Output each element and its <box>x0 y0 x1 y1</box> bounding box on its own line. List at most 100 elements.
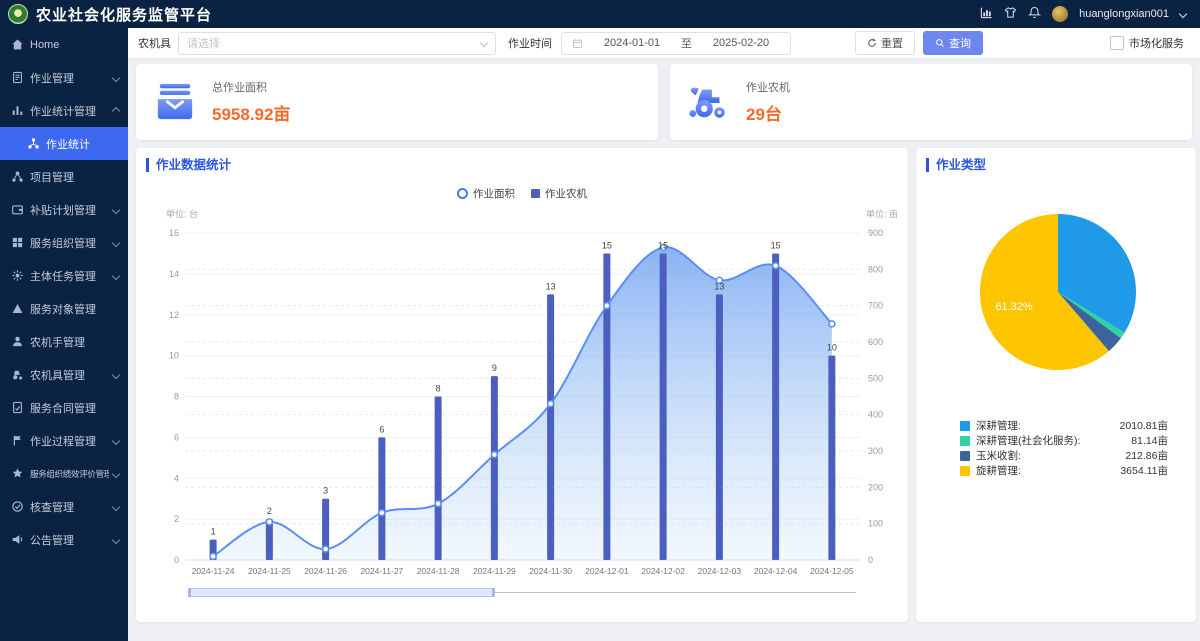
username[interactable]: huanglongxian001 <box>1079 8 1169 20</box>
tractor-icon <box>688 82 730 122</box>
svg-text:61.32%: 61.32% <box>995 301 1033 313</box>
sidebar-menu: Home作业管理作业统计管理作业统计项目管理补贴计划管理服务组织管理主体任务管理… <box>0 28 128 641</box>
market-service-checkbox[interactable] <box>1110 36 1124 50</box>
svg-text:0: 0 <box>174 555 179 565</box>
sidebar-item-主体任务管理[interactable]: 主体任务管理 <box>0 259 128 292</box>
svg-text:14: 14 <box>169 269 179 279</box>
sidebar-item-作业统计[interactable]: 作业统计 <box>0 127 128 160</box>
svg-text:2024-11-30: 2024-11-30 <box>529 566 572 576</box>
nodes-icon <box>11 170 24 183</box>
svg-text:600: 600 <box>868 337 883 347</box>
svg-text:15: 15 <box>658 240 668 250</box>
time-filter-label: 作业时间 <box>508 35 552 51</box>
sidebar-item-服务合同管理[interactable]: 服务合同管理 <box>0 391 128 424</box>
chevron-down-icon <box>112 535 120 543</box>
svg-text:1: 1 <box>211 527 216 537</box>
chevron-down-icon <box>112 370 120 378</box>
query-button[interactable]: 查询 <box>923 31 983 55</box>
stats-icon[interactable] <box>980 6 993 22</box>
legend-item-作业农机[interactable]: 作业农机 <box>531 186 587 201</box>
chevron-down-icon[interactable] <box>1179 10 1187 18</box>
datazoom-window[interactable] <box>188 588 495 597</box>
svg-text:16: 16 <box>169 228 179 238</box>
svg-text:3: 3 <box>323 486 328 496</box>
svg-text:2024-12-04: 2024-12-04 <box>754 566 798 576</box>
svg-text:2: 2 <box>174 514 179 524</box>
reset-button[interactable]: 重置 <box>855 31 915 55</box>
theme-icon[interactable] <box>1004 6 1017 22</box>
check-icon <box>11 500 24 513</box>
svg-text:700: 700 <box>868 301 883 311</box>
svg-text:8: 8 <box>436 384 441 394</box>
datazoom-slider[interactable] <box>188 588 856 597</box>
svg-text:9: 9 <box>492 363 497 373</box>
chart-icon <box>11 104 24 117</box>
pie-legend-item-深耕管理[interactable]: 深耕管理:2010.81亩 <box>960 418 1186 433</box>
total-area-value: 5958.92亩 <box>212 100 290 125</box>
svg-text:2024-12-02: 2024-12-02 <box>641 566 685 576</box>
machine-icon <box>11 368 24 381</box>
svg-text:4: 4 <box>174 473 179 483</box>
svg-text:15: 15 <box>771 240 781 250</box>
legend-square-icon <box>960 421 970 431</box>
gear-icon <box>11 269 24 282</box>
doc-icon <box>11 71 24 84</box>
svg-text:10: 10 <box>169 351 179 361</box>
header-actions: huanglongxian001 <box>980 6 1200 22</box>
date-start-value[interactable]: 2024-01-01 <box>593 37 671 49</box>
pyramid-icon <box>11 302 24 315</box>
route-icon <box>11 434 24 447</box>
machine-count-value: 29台 <box>746 100 790 125</box>
inbox-icon <box>154 82 196 122</box>
sidebar-item-服务组织管理[interactable]: 服务组织管理 <box>0 226 128 259</box>
legend-item-作业面积[interactable]: 作业面积 <box>457 186 515 201</box>
date-range-picker[interactable]: 2024-01-01 至 2025-02-20 <box>561 32 791 55</box>
total-area-label: 总作业面积 <box>212 79 290 95</box>
sidebar-item-农机具管理[interactable]: 农机具管理 <box>0 358 128 391</box>
wallet-icon <box>11 203 24 216</box>
sidebar-item-作业统计管理[interactable]: 作业统计管理 <box>0 94 128 127</box>
sidebar-item-核查管理[interactable]: 核查管理 <box>0 490 128 523</box>
sidebar-item-项目管理[interactable]: 项目管理 <box>0 160 128 193</box>
sidebar-item-作业过程管理[interactable]: 作业过程管理 <box>0 424 128 457</box>
svg-text:单位: 台: 单位: 台 <box>166 208 198 219</box>
chevron-down-icon <box>112 436 120 444</box>
org-icon <box>11 236 24 249</box>
sidebar-item-Home[interactable]: Home <box>0 28 128 61</box>
svg-text:900: 900 <box>868 228 883 238</box>
datazoom-handle-left[interactable] <box>188 588 191 597</box>
home-icon <box>11 38 24 51</box>
user-avatar[interactable] <box>1052 6 1068 22</box>
pie-legend-item-玉米收割[interactable]: 玉米收割:212.86亩 <box>960 448 1186 463</box>
svg-text:2024-12-03: 2024-12-03 <box>698 566 742 576</box>
chevron-down-icon <box>112 271 120 279</box>
chevron-down-icon <box>112 238 120 246</box>
combo-chart: 0246810121416010020030040050060070080090… <box>146 203 902 583</box>
person-icon <box>11 335 24 348</box>
sidebar-item-公告管理[interactable]: 公告管理 <box>0 523 128 556</box>
sidebar-item-服务对象管理[interactable]: 服务对象管理 <box>0 292 128 325</box>
chevron-down-icon <box>112 469 120 477</box>
sidebar-item-服务组织绩效评价管理[interactable]: 服务组织绩效评价管理 <box>0 457 128 490</box>
refresh-icon <box>867 38 877 48</box>
legend-square-icon <box>960 436 970 446</box>
pie-legend-item-旋耕管理[interactable]: 旋耕管理:3654.11亩 <box>960 463 1186 478</box>
pie-legend-item-深耕管理(社会化服务)[interactable]: 深耕管理(社会化服务):81.14亩 <box>960 433 1186 448</box>
svg-text:2024-11-27: 2024-11-27 <box>360 566 403 576</box>
pie-chart: 61.32% <box>926 210 1186 374</box>
sidebar-item-农机手管理[interactable]: 农机手管理 <box>0 325 128 358</box>
datazoom-handle-right[interactable] <box>492 588 495 597</box>
calendar-icon <box>572 38 583 49</box>
sidebar-item-作业管理[interactable]: 作业管理 <box>0 61 128 94</box>
svg-text:800: 800 <box>868 264 883 274</box>
market-service-label: 市场化服务 <box>1129 35 1184 51</box>
svg-text:6: 6 <box>379 424 384 434</box>
bell-icon[interactable] <box>1028 6 1041 22</box>
date-end-value[interactable]: 2025-02-20 <box>702 37 780 49</box>
sidebar-item-补贴计划管理[interactable]: 补贴计划管理 <box>0 193 128 226</box>
svg-text:6: 6 <box>174 432 179 442</box>
svg-text:2024-11-24: 2024-11-24 <box>192 566 235 576</box>
work-data-panel: 作业数据统计 作业面积作业农机 024681012141601002003004… <box>136 148 908 622</box>
machine-select[interactable]: 请选择 <box>178 32 496 55</box>
search-icon <box>935 38 945 48</box>
